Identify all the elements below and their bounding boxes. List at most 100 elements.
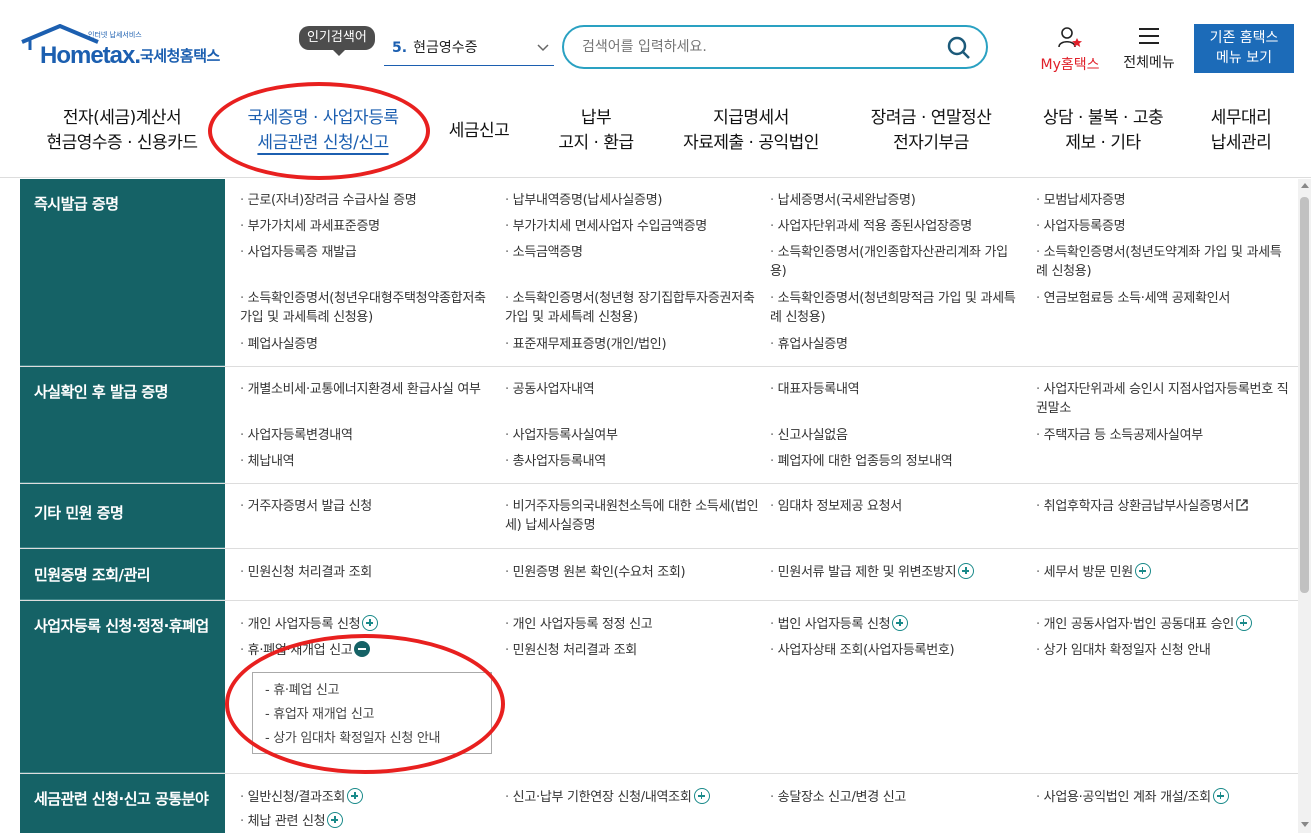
menu-link[interactable]: · 소득금액증명 [505,243,760,262]
category-row: 사실확인 후 발급 증명 · 개별소비세·교통에너지환경세 환급사실 여부 · … [20,367,1298,484]
menu-link[interactable]: · 상가 임대차 확정일자 신청 안내 [1036,641,1291,660]
expand-plus-icon[interactable] [1134,563,1151,579]
expand-plus-icon[interactable] [693,788,710,804]
menu-link[interactable]: · 표준재무제표증명(개인/법인) [505,335,760,354]
menu-link[interactable]: · 비거주자등의국내원천소득에 대한 소득세(법인세) 납세사실증명 [505,497,760,535]
category-row: 세금관련 신청·신고 공통분야 · 일반신청/결과조회 · 신고·납부 기한연장… [20,774,1298,833]
menu-link[interactable]: · 대표자등록내역 [770,380,1025,399]
menu-link[interactable]: · 임대차 정보제공 요청서 [770,497,1025,516]
all-menu-label: 전체메뉴 [1123,55,1175,71]
menu-link[interactable]: · 모범납세자증명 [1036,191,1291,210]
search-icon[interactable] [946,35,972,61]
popular-search-select[interactable]: 5. 현금영수증 [384,34,554,66]
menu-link[interactable]: · 사업자단위과세 적용 종된사업장증명 [770,217,1025,236]
menu-link[interactable]: · 세무서 방문 민원 [1036,563,1291,582]
gnb-e-invoice[interactable]: 전자(세금)계산서 현금영수증 · 신용카드 [42,106,202,156]
expand-plus-icon[interactable] [347,788,364,804]
gnb-label-2: 국세증명 · 사업자등록 [247,108,399,128]
menu-link[interactable]: · 부가가치세 면세사업자 수입금액증명 [505,217,760,236]
menu-link[interactable]: · 체납내역 [240,452,495,471]
logo-name: 국세청홈택스 [140,47,220,65]
gnb-label-6: 장려금 · 연말정산 [870,108,992,128]
expand-plus-icon[interactable] [362,615,379,631]
menu-link[interactable]: · 일반신청/결과조회 [240,788,495,807]
chevron-down-icon [537,44,549,52]
gnb-tax-agent[interactable]: 세무대리 납세관리 [1196,106,1286,156]
menu-link[interactable]: · 소득확인증명서(청년희망적금 가입 및 과세특례 신청용) [770,289,1025,327]
menu-link[interactable]: · 사업자등록증 재발급 [240,243,495,262]
gnb-certificate[interactable]: 국세증명 · 사업자등록 세금관련 신청/신고 [232,106,414,156]
menu-link[interactable]: · 민원신청 처리결과 조회 [240,563,495,582]
menu-link[interactable]: · 소득확인증명서(청년형 장기집합투자증권저축 가입 및 과세특례 신청용) [505,289,760,327]
header: 인터넷 납세서비스 Hometax. 국세청홈택스 인기검색어 5. 현금영수증 … [0,0,1311,92]
menu-link[interactable]: · 납부내역증명(납세사실증명) [505,191,760,210]
menu-link[interactable]: · 연금보험료등 소득·세액 공제확인서 [1036,289,1291,308]
popular-rank: 5. [392,40,408,56]
menu-link[interactable]: · 민원증명 원본 확인(수요처 조회) [505,563,760,582]
submenu-item[interactable]: - 휴·폐업 신고 [265,679,491,703]
old-hometax-menu-button[interactable]: 기존 홈택스 메뉴 보기 [1194,24,1294,73]
menu-link[interactable]: · 사업자등록변경내역 [240,426,495,445]
menu-link[interactable]: · 폐업사실증명 [240,335,495,354]
menu-link[interactable]: · 개별소비세·교통에너지환경세 환급사실 여부 [240,380,495,399]
gnb-statement[interactable]: 지급명세서 자료제출 · 공익법인 [672,106,830,156]
menu-link[interactable]: · 납세증명서(국세완납증명) [770,191,1025,210]
menu-link[interactable]: · 사업자단위과세 승인시 지점사업자등록번호 직권말소 [1036,380,1291,418]
all-menu-button[interactable]: 전체메뉴 [1116,26,1182,72]
gnb-incentive[interactable]: 장려금 · 연말정산 전자기부금 [858,106,1004,156]
gnb-label-1: 전자(세금)계산서 [62,108,182,128]
menu-link[interactable]: · 사업자등록사실여부 [505,426,760,445]
menu-link[interactable]: · 취업후학자금 상환금납부사실증명서 [1036,497,1298,516]
submenu-item[interactable]: - 휴업자 재개업 신고 [265,703,491,727]
search-input[interactable] [582,36,942,58]
menu-link[interactable]: · 송달장소 신고/변경 신고 [770,788,1025,807]
my-hometax-button[interactable]: My홈택스 [1032,26,1108,73]
collapse-minus-icon[interactable] [354,641,371,657]
menu-link[interactable]: · 법인 사업자등록 신청 [770,615,1025,634]
gnb-consult[interactable]: 상담 · 불복 · 고충 제보 · 기타 [1030,106,1176,156]
menu-link[interactable]: · 신고사실없음 [770,426,1025,445]
menu-link[interactable]: · 소득확인증명서(청년도약계좌 가입 및 과세특례 신청용) [1036,243,1291,281]
menu-link[interactable]: · 체납 관련 신청 [240,812,495,831]
menu-link[interactable]: · 부가가치세 과세표준증명 [240,217,495,236]
category-title: 세금관련 신청·신고 공통분야 [20,774,225,833]
menu-link[interactable]: · 소득확인증명서(청년우대형주택청약종합저축 가입 및 과세특례 신청용) [240,289,495,327]
menu-link[interactable]: · 거주자증명서 발급 신청 [240,497,495,516]
menu-link[interactable]: · 개인 공동사업자·법인 공동대표 승인 [1036,615,1298,634]
menu-link[interactable]: · 휴·폐업·재개업 신고 [240,641,495,660]
submenu-item[interactable]: - 상가 임대차 확정일자 신청 안내 [265,727,491,751]
menu-link[interactable]: · 주택자금 등 소득공제사실여부 [1036,426,1291,445]
menu-link[interactable]: · 근로(자녀)장려금 수급사실 증명 [240,191,495,210]
scroll-thumb[interactable] [1300,197,1309,593]
expand-plus-icon[interactable] [958,563,975,579]
menu-link[interactable]: · 총사업자등록내역 [505,452,760,471]
menu-link[interactable]: · 휴업사실증명 [770,335,1025,354]
expand-plus-icon[interactable] [892,615,909,631]
menu-link[interactable]: · 민원서류 발급 제한 및 위변조방지 [770,563,1032,582]
scroll-down-arrow[interactable] [1301,822,1309,827]
menu-link[interactable]: · 사업자상태 조회(사업자등록번호) [770,641,1025,660]
gnb-sublabel-8: 납세관리 [1210,133,1272,153]
menu-link[interactable]: · 사업자등록증명 [1036,217,1291,236]
menu-link[interactable]: · 사업용·공익법인 계좌 개설/조회 [1036,788,1298,807]
menu-link[interactable]: · 폐업자에 대한 업종등의 정보내역 [770,452,1025,471]
vertical-scrollbar[interactable] [1298,179,1311,833]
menu-link[interactable]: · 공동사업자내역 [505,380,760,399]
hometax-logo[interactable]: 인터넷 납세서비스 Hometax. 국세청홈택스 [20,24,240,74]
menu-link[interactable]: · 개인 사업자등록 신청 [240,615,495,634]
user-icon [1058,27,1082,48]
expand-plus-icon[interactable] [1235,615,1252,631]
logo-subtitle: 인터넷 납세서비스 [88,31,142,39]
gnb-sublabel-4: 고지 · 환급 [558,133,634,153]
menu-link[interactable]: · 민원신청 처리결과 조회 [505,641,760,660]
gnb-payment[interactable]: 납부 고지 · 환급 [548,106,644,156]
gnb-label-5: 지급명세서 [713,108,789,128]
menu-link[interactable]: · 개인 사업자등록 정정 신고 [505,615,760,634]
gnb-tax-return[interactable]: 세금신고 [440,119,518,144]
expand-plus-icon[interactable] [1212,788,1229,804]
menu-link[interactable]: · 소득확인증명서(개인종합자산관리계좌 가입용) [770,243,1020,281]
expand-plus-icon[interactable] [327,812,344,828]
scroll-up-arrow[interactable] [1301,183,1309,188]
main-navigation: 전자(세금)계산서 현금영수증 · 신용카드 국세증명 · 사업자등록 세금관련… [0,92,1311,178]
menu-link[interactable]: · 신고·납부 기한연장 신청/내역조회 [505,788,767,807]
